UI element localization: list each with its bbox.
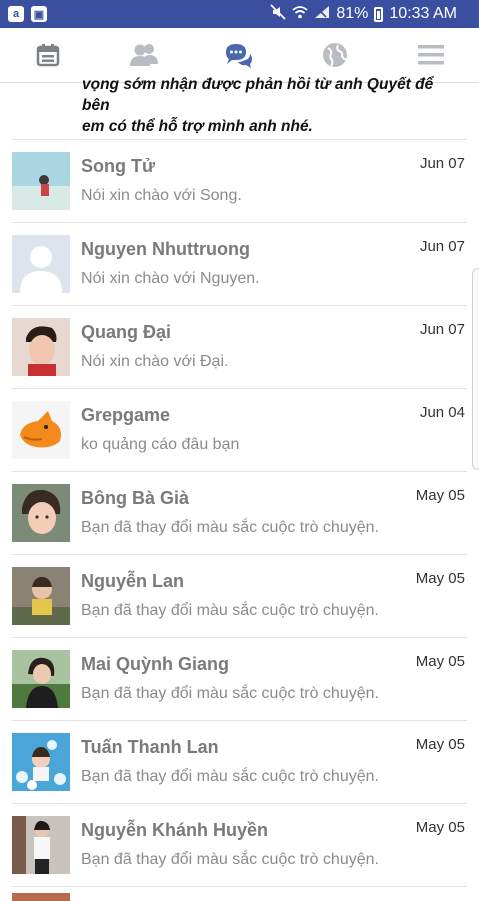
wifi-icon	[292, 5, 308, 24]
contact-name: Nguyen Nhuttruong	[81, 239, 250, 259]
conversation-item[interactable]: Bông Bà Già Bạn đã thay đổi màu sắc cuộc…	[12, 472, 467, 555]
globe-icon	[323, 43, 348, 67]
clock-time: 10:33 AM	[389, 5, 457, 22]
snippet-line-2: vọng sớm nhận được phản hồi từ anh Quyết…	[82, 76, 434, 114]
contact-name: Bông Bà Già	[81, 488, 190, 508]
status-bar: a ▣ 81% 10:33 AM	[0, 0, 479, 28]
message-date: Jun 07	[419, 155, 465, 172]
message-preview: Bạn đã thay đổi màu sắc cuộc trò chuyện.	[81, 685, 379, 702]
conversation-item[interactable]: Mai Quỳnh Giang Bạn đã thay đổi màu sắc …	[12, 638, 467, 721]
avatar	[12, 567, 70, 625]
avatar	[12, 401, 70, 459]
conversation-item[interactable]: Song Tử Nói xin chào với Song. Jun 07	[12, 140, 467, 223]
snippet-line-3: em có thể hỗ trợ mình anh nhé.	[82, 118, 313, 135]
message-date: May 05	[415, 736, 465, 753]
message-date: May 05	[415, 653, 465, 670]
nav-tab-events[interactable]	[28, 35, 68, 75]
message-preview: Nói xin chào với Đại.	[81, 353, 229, 370]
contact-name: Mai Quỳnh Giang	[81, 654, 230, 674]
nav-tab-friends[interactable]	[124, 35, 164, 75]
conversation-list: Song Tử Nói xin chào với Song. Jun 07 Ng…	[0, 140, 479, 887]
message-preview: Bạn đã thay đổi màu sắc cuộc trò chuyện.	[81, 768, 379, 785]
conversation-item[interactable]: Quang Đại Nói xin chào với Đại. Jun 07	[12, 306, 467, 389]
nav-tab-menu[interactable]	[411, 35, 451, 75]
battery-icon	[374, 6, 384, 22]
avatar	[12, 318, 70, 376]
battery-percent: 81%	[336, 5, 369, 22]
nav-tab-notifications[interactable]	[315, 35, 355, 75]
conversation-item[interactable]: Tuấn Thanh Lan Bạn đã thay đổi màu sắc c…	[12, 721, 467, 804]
message-date: Jun 04	[419, 404, 465, 421]
avatar	[12, 650, 70, 708]
message-snippet: vọng sớm nhận được phản hồi từ anh Quyết…	[82, 74, 462, 137]
image-notification-icon: ▣	[31, 6, 47, 22]
avatar	[12, 235, 70, 293]
contact-name: Song Tử	[81, 156, 156, 176]
avatar	[12, 733, 70, 791]
message-preview: ko quảng cáo đâu bạn	[81, 436, 240, 453]
friends-icon	[129, 44, 158, 66]
contact-name: Nguyễn Lan	[81, 571, 185, 591]
mute-icon	[270, 3, 286, 25]
conversation-item[interactable]: Nguyễn Lan Bạn đã thay đổi màu sắc cuộc …	[12, 555, 467, 638]
conversation-item[interactable]: Grepgame ko quảng cáo đâu bạn Jun 04	[12, 389, 467, 472]
avatar	[12, 484, 70, 542]
contact-name: Grepgame	[81, 405, 171, 425]
message-date: May 05	[415, 487, 465, 504]
message-date: Jun 07	[419, 238, 465, 255]
message-preview: Nói xin chào với Nguyen.	[81, 270, 260, 287]
scroll-handle[interactable]	[472, 268, 479, 470]
signal-icon	[314, 5, 330, 24]
message-date: Jun 07	[419, 321, 465, 338]
message-date: May 05	[415, 819, 465, 836]
message-preview: Bạn đã thay đổi màu sắc cuộc trò chuyện.	[81, 851, 379, 868]
message-date: May 05	[415, 570, 465, 587]
contact-name: Tuấn Thanh Lan	[81, 737, 219, 757]
conversation-item[interactable]: Nguyen Nhuttruong Nói xin chào với Nguye…	[12, 223, 467, 306]
calendar-icon	[36, 44, 60, 67]
contact-name: Quang Đại	[81, 322, 172, 342]
message-preview: Bạn đã thay đổi màu sắc cuộc trò chuyện.	[81, 602, 379, 619]
app-notification-icon: a	[8, 6, 24, 22]
avatar	[12, 816, 70, 874]
message-preview: Nói xin chào với Song.	[81, 187, 242, 204]
contact-name: Nguyễn Khánh Huyền	[81, 820, 269, 840]
messages-icon	[226, 44, 253, 68]
nav-tab-messages[interactable]	[219, 35, 259, 75]
message-preview: Bạn đã thay đổi màu sắc cuộc trò chuyện.	[81, 519, 379, 536]
avatar	[12, 152, 70, 210]
conversation-item[interactable]: Nguyễn Khánh Huyền Bạn đã thay đổi màu s…	[12, 804, 467, 887]
menu-icon	[418, 45, 445, 65]
